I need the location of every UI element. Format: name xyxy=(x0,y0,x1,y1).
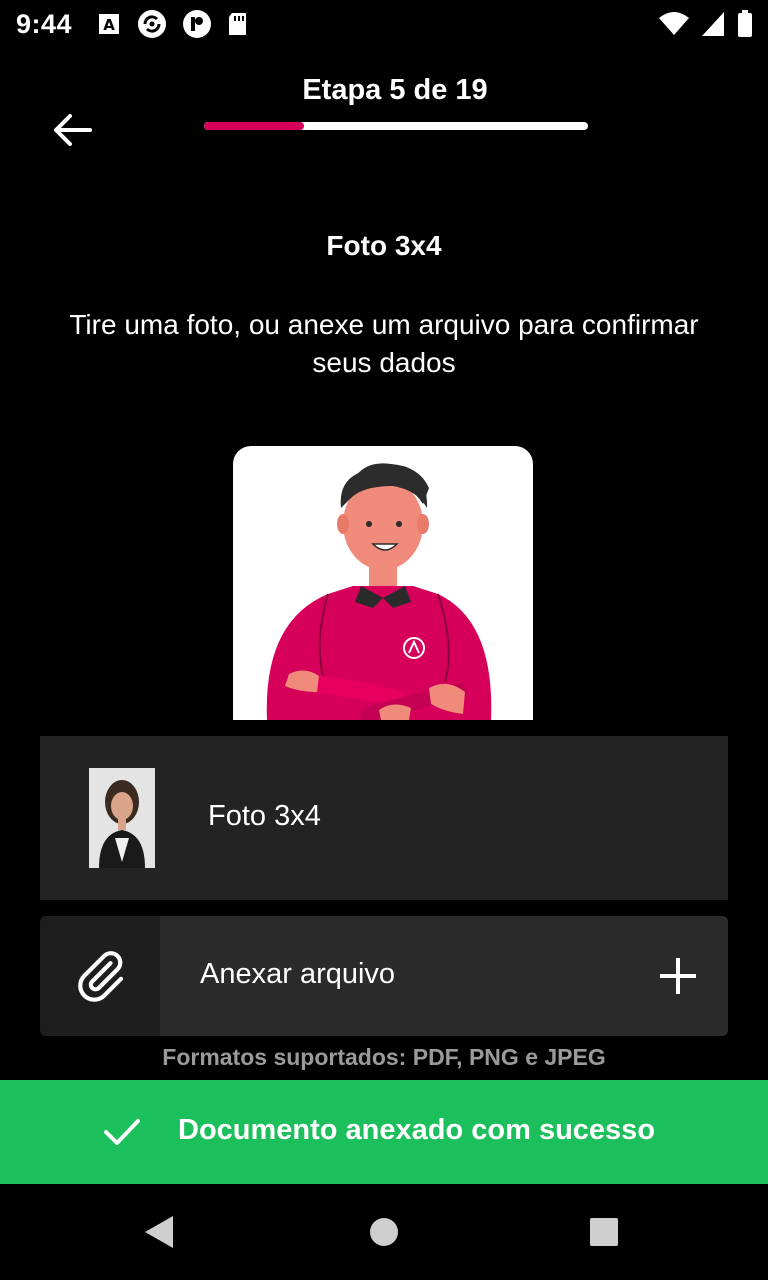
person-illustration xyxy=(233,446,533,720)
sd-card-icon xyxy=(229,13,246,35)
status-bar: 9:44 A xyxy=(0,0,768,48)
page-title: Foto 3x4 xyxy=(326,230,442,261)
nav-home-button[interactable] xyxy=(352,1200,416,1264)
attach-file-label: Anexar arquivo xyxy=(200,958,396,990)
system-nav-bar xyxy=(0,1184,768,1280)
recents-square-icon xyxy=(590,1218,618,1246)
sync-circle-icon xyxy=(138,10,166,38)
plus-icon xyxy=(660,958,696,994)
step-label: Etapa 5 de 19 xyxy=(302,74,488,106)
nav-recents-button[interactable] xyxy=(572,1200,636,1264)
nav-back-button[interactable] xyxy=(128,1200,192,1264)
paperclip-icon xyxy=(78,951,124,1002)
wifi-icon xyxy=(659,12,689,35)
home-circle-icon xyxy=(370,1218,398,1246)
attach-file-button[interactable]: Anexar arquivo xyxy=(40,916,728,1036)
supported-formats-note: Formatos suportados: PDF, PNG e JPEG xyxy=(162,1044,606,1070)
add-file-button[interactable] xyxy=(656,954,700,998)
check-icon xyxy=(104,1119,140,1145)
attached-file-card[interactable]: Foto 3x4 xyxy=(40,736,728,900)
svg-text:A: A xyxy=(103,16,115,34)
arrow-left-icon xyxy=(54,114,92,146)
app-p-icon xyxy=(183,10,211,38)
step-header: Etapa 5 de 19 xyxy=(0,60,768,160)
page-description: Tire uma foto, ou anexe um arquivo para … xyxy=(69,309,699,378)
success-toast: Documento anexado com sucesso xyxy=(0,1080,768,1184)
attach-icon-box xyxy=(40,916,160,1036)
file-name: Foto 3x4 xyxy=(208,800,321,832)
file-thumbnail xyxy=(89,768,155,868)
back-button[interactable] xyxy=(48,108,96,152)
system-status-icons xyxy=(658,8,754,40)
step-progress-fill xyxy=(204,122,304,130)
signal-icon xyxy=(702,12,724,36)
step-progress-bar xyxy=(204,122,588,130)
battery-icon xyxy=(738,10,752,37)
toast-message: Documento anexado com sucesso xyxy=(178,1114,656,1146)
font-a-icon: A xyxy=(99,14,119,34)
status-time: 9:44 xyxy=(16,9,73,39)
back-triangle-icon xyxy=(145,1216,173,1248)
notification-icons: A xyxy=(96,8,250,40)
